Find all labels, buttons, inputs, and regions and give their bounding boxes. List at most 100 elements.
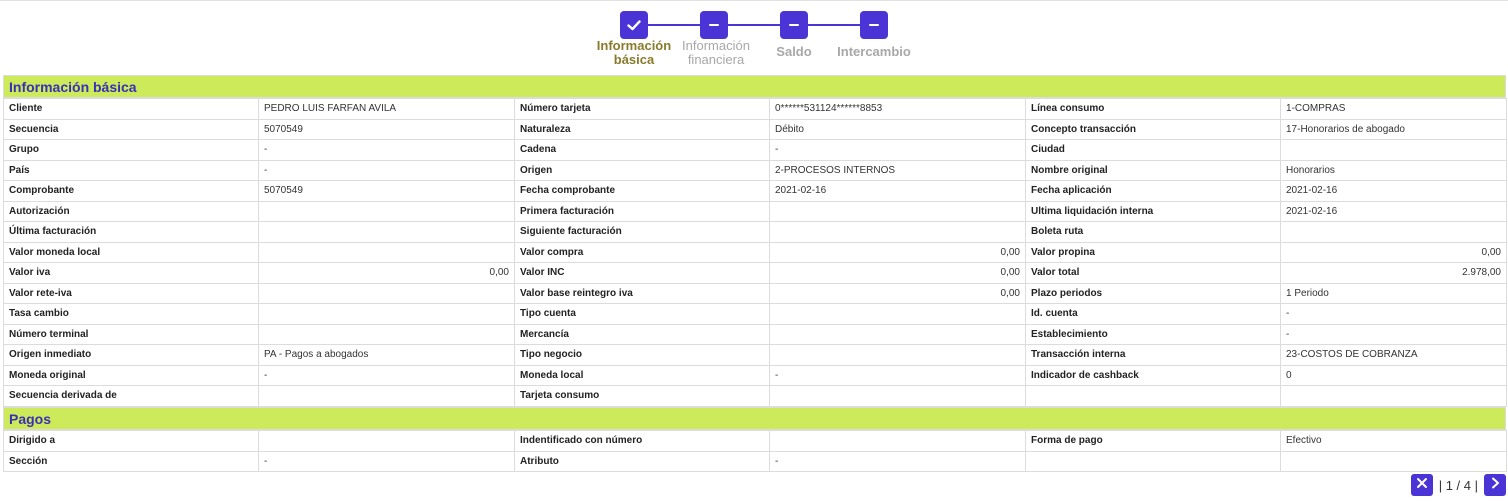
field-label: Valor moneda local	[3, 241, 259, 263]
table-row: Tasa cambio Tipo cuenta Id. cuenta -	[3, 303, 1507, 325]
field-label: Ciudad	[1025, 139, 1281, 161]
field-value	[769, 385, 1026, 407]
next-page-button[interactable]	[1484, 474, 1506, 496]
field-label: Moneda local	[514, 364, 770, 386]
field-value: -	[1280, 303, 1507, 325]
field-value: 0	[1280, 364, 1507, 386]
field-value	[258, 221, 515, 243]
field-value: 2021-02-16	[769, 180, 1026, 202]
chevron-right-icon	[1489, 476, 1501, 494]
table-row: Autorización Primera facturación Ultima li…	[3, 200, 1507, 222]
field-value	[258, 200, 515, 222]
field-value: 2.978,00	[1280, 262, 1507, 284]
field-label	[1025, 450, 1281, 472]
field-label: Atributo	[514, 450, 770, 472]
field-value: 5070549	[258, 118, 515, 140]
table-row: Sección - Atributo -	[3, 450, 1507, 472]
field-label: Valor propina	[1025, 241, 1281, 263]
field-label: Ultima liquidación interna	[1025, 200, 1281, 222]
field-value	[258, 430, 515, 452]
field-label: Grupo	[3, 139, 259, 161]
field-value	[769, 323, 1026, 345]
field-value	[258, 282, 515, 304]
field-label: Tipo cuenta	[514, 303, 770, 325]
field-value: -	[769, 139, 1026, 161]
field-value: -	[769, 450, 1026, 472]
field-label: Naturaleza	[514, 118, 770, 140]
step-1-check-icon[interactable]	[620, 11, 648, 39]
field-label: Valor rete-iva	[3, 282, 259, 304]
field-value	[258, 241, 515, 263]
table-row: Última facturación Siguiente facturación B…	[3, 221, 1507, 243]
field-label: Dirigido a	[3, 430, 259, 452]
pager: | 1 / 4 |	[1410, 474, 1506, 496]
field-value	[258, 385, 515, 407]
field-value: PA - Pagos a abogados	[258, 344, 515, 366]
table-row: Grupo - Cadena - Ciudad	[3, 139, 1507, 161]
field-value: 0,00	[769, 282, 1026, 304]
step-4-dash-icon[interactable]	[860, 11, 888, 39]
basic-info-section: Información básica Cliente PEDRO LUIS FAR…	[3, 75, 1507, 407]
field-value: 0,00	[769, 262, 1026, 284]
field-label: Transacción interna	[1025, 344, 1281, 366]
field-label: Plazo periodos	[1025, 282, 1281, 304]
close-button[interactable]	[1410, 474, 1433, 496]
field-label: Tarjeta consumo	[514, 385, 770, 407]
field-label: Secuencia	[3, 118, 259, 140]
table-row: Valor rete-iva Valor base reintegro iva 0,…	[3, 282, 1507, 304]
step-connector	[648, 24, 700, 26]
table-row: Origen inmediato PA - Pagos a abogados Tip…	[3, 344, 1507, 366]
field-value	[1280, 221, 1507, 243]
field-value: Honorarios	[1280, 159, 1507, 181]
field-label: Primera facturación	[514, 200, 770, 222]
field-label: Línea consumo	[1025, 98, 1281, 120]
table-row: Número terminal Mercancía Establecimiento -	[3, 323, 1507, 345]
field-value	[769, 200, 1026, 222]
field-label: Valor total	[1025, 262, 1281, 284]
step-3-dash-icon[interactable]	[780, 11, 808, 39]
field-value: -	[258, 364, 515, 386]
field-value: 2021-02-16	[1280, 180, 1507, 202]
table-row: Cliente PEDRO LUIS FARFAN AVILA Número tar…	[3, 98, 1507, 120]
field-label: Nombre original	[1025, 159, 1281, 181]
table-row: Comprobante 5070549 Fecha comprobante 2021-…	[3, 180, 1507, 202]
field-label: Fecha aplicación	[1025, 180, 1281, 202]
field-label: Sección	[3, 450, 259, 472]
field-label: Valor INC	[514, 262, 770, 284]
table-row: Valor iva 0,00 Valor INC 0,00 Valor total 2.9…	[3, 262, 1507, 284]
table-row: Secuencia derivada de Tarjeta consumo	[3, 385, 1507, 407]
step-2-dash-icon[interactable]	[700, 11, 728, 39]
step-connector	[728, 24, 780, 26]
step-4-label[interactable]: Intercambio	[824, 45, 924, 59]
field-label: Siguiente facturación	[514, 221, 770, 243]
field-value	[1280, 139, 1507, 161]
table-row: Valor moneda local Valor compra 0,00 Valor …	[3, 241, 1507, 263]
field-label: Última facturación	[3, 221, 259, 243]
field-label: Establecimiento	[1025, 323, 1281, 345]
field-value	[1280, 385, 1507, 407]
field-value	[769, 221, 1026, 243]
field-label: Moneda original	[3, 364, 259, 386]
field-value	[1280, 450, 1507, 472]
field-value	[769, 344, 1026, 366]
field-label: Valor compra	[514, 241, 770, 263]
field-value	[258, 323, 515, 345]
field-value: -	[258, 139, 515, 161]
table-row: Secuencia 5070549 Naturaleza Débito Concepto…	[3, 118, 1507, 140]
payments-section: Pagos Dirigido a Indentificado con número…	[3, 407, 1507, 472]
field-value: 0******531124******8853	[769, 98, 1026, 120]
step-connector	[808, 24, 860, 26]
field-value: 2-PROCESOS INTERNOS	[769, 159, 1026, 181]
field-value: -	[258, 450, 515, 472]
field-label: Número terminal	[3, 323, 259, 345]
field-value: -	[258, 159, 515, 181]
field-label: Fecha comprobante	[514, 180, 770, 202]
field-label: Número tarjeta	[514, 98, 770, 120]
field-value: 0,00	[258, 262, 515, 284]
field-label: Valor iva	[3, 262, 259, 284]
field-value: -	[1280, 323, 1507, 345]
field-label	[1025, 385, 1281, 407]
progress-stepper: Información básica Información financier…	[580, 11, 940, 71]
field-value: Efectivo	[1280, 430, 1507, 452]
field-value: 17-Honorarios de abogado	[1280, 118, 1507, 140]
